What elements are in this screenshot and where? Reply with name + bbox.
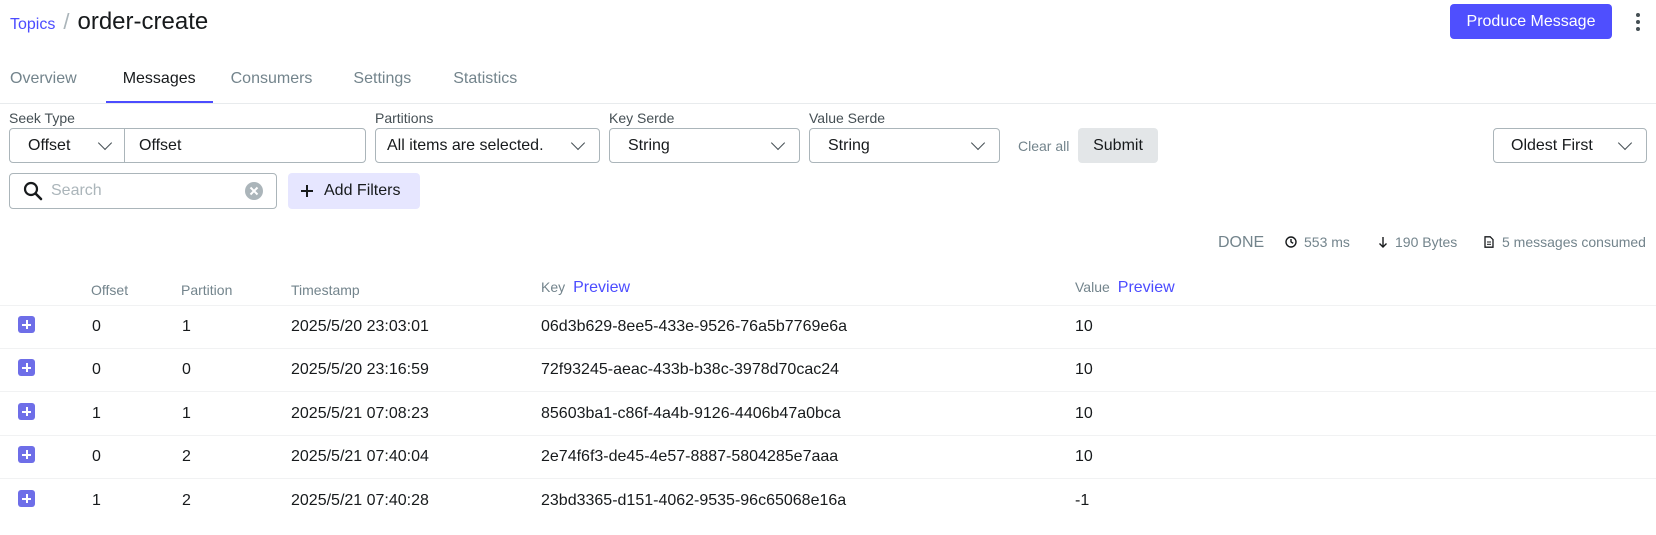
cell-timestamp: 2025/5/21 07:40:04 xyxy=(291,448,429,465)
cell-partition: 1 xyxy=(182,318,191,335)
table-row: 0 1 2025/5/20 23:03:01 06d3b629-8ee5-433… xyxy=(0,306,1656,349)
clear-all-button[interactable]: Clear all xyxy=(1018,138,1069,154)
seek-type-label: Seek Type xyxy=(9,110,75,126)
cell-key: 06d3b629-8ee5-433e-9526-76a5b7769e6a xyxy=(541,318,848,335)
cell-key: 72f93245-aeac-433b-b38c-3978d70cac24 xyxy=(541,361,840,378)
cell-partition: 2 xyxy=(182,492,191,509)
table-row: 0 2 2025/5/21 07:40:04 2e74f6f3-de45-4e5… xyxy=(0,436,1656,479)
chevron-down-icon xyxy=(970,135,986,151)
tab-messages[interactable]: Messages xyxy=(105,60,213,103)
sort-order-select[interactable]: Oldest First xyxy=(1493,128,1647,163)
column-key-label: Key xyxy=(541,279,566,295)
sort-order-value: Oldest First xyxy=(1511,136,1593,154)
cell-value: -1 xyxy=(1075,492,1090,509)
column-partition: Partition xyxy=(181,282,233,298)
cell-offset: 0 xyxy=(92,448,101,465)
chevron-down-icon xyxy=(770,135,786,151)
expand-row-icon[interactable] xyxy=(18,316,35,333)
cell-timestamp: 2025/5/21 07:40:28 xyxy=(291,492,429,509)
value-serde-label: Value Serde xyxy=(809,110,886,126)
cell-timestamp: 2025/5/21 07:08:23 xyxy=(291,405,429,422)
document-icon xyxy=(1484,236,1494,248)
breadcrumb-topics-link[interactable]: Topics xyxy=(10,16,55,34)
cell-key: 2e74f6f3-de45-4e57-8887-5804285e7aaa xyxy=(541,448,839,465)
cell-timestamp: 2025/5/20 23:16:59 xyxy=(291,361,429,378)
table-row: 0 0 2025/5/20 23:16:59 72f93245-aeac-433… xyxy=(0,349,1656,392)
chevron-down-icon xyxy=(570,135,586,151)
plus-icon xyxy=(301,185,313,197)
cell-partition: 1 xyxy=(182,405,191,422)
value-preview-link[interactable]: Preview xyxy=(1118,279,1175,296)
table-row: 1 2 2025/5/21 07:40:28 23bd3365-d151-406… xyxy=(0,480,1656,523)
cell-offset: 1 xyxy=(92,492,101,509)
cell-value: 10 xyxy=(1075,318,1093,335)
cell-offset: 0 xyxy=(92,318,101,335)
seek-type-select[interactable]: Offset xyxy=(9,128,125,163)
partitions-label: Partitions xyxy=(375,110,434,126)
partitions-select[interactable]: All items are selected. xyxy=(375,128,600,163)
cell-partition: 0 xyxy=(182,361,191,378)
cell-value: 10 xyxy=(1075,405,1093,422)
value-serde-value: String xyxy=(828,136,870,154)
page-header: Topics / order-create Produce Message xyxy=(0,0,1656,44)
breadcrumb-separator: / xyxy=(63,9,70,34)
cell-value: 10 xyxy=(1075,448,1093,465)
table-row: 1 1 2025/5/21 07:08:23 85603ba1-c86f-4a4… xyxy=(0,393,1656,436)
tab-settings[interactable]: Settings xyxy=(353,60,411,103)
column-key: Key Preview xyxy=(541,279,630,297)
column-offset: Offset xyxy=(91,282,129,298)
key-serde-value: String xyxy=(628,136,670,154)
key-serde-label: Key Serde xyxy=(609,110,675,126)
breadcrumb: Topics / order-create xyxy=(10,8,208,36)
search-input[interactable] xyxy=(51,182,241,200)
tab-consumers[interactable]: Consumers xyxy=(231,60,313,103)
offset-input-value: Offset xyxy=(139,136,182,154)
search-field xyxy=(9,173,277,209)
cell-partition: 2 xyxy=(182,448,191,465)
column-value: Value Preview xyxy=(1075,279,1175,297)
offset-input[interactable]: Offset xyxy=(124,128,366,163)
consumed-stat: 5 messages consumed xyxy=(1484,234,1646,250)
expand-row-icon[interactable] xyxy=(18,490,35,507)
cell-value: 10 xyxy=(1075,361,1093,378)
search-icon xyxy=(23,181,43,201)
tab-bar: Overview Messages Consumers Settings Sta… xyxy=(0,60,1656,104)
page-title: order-create xyxy=(77,8,209,35)
cell-timestamp: 2025/5/20 23:03:01 xyxy=(291,318,429,335)
cell-key: 85603ba1-c86f-4a4b-9126-4406b47a0bca xyxy=(541,405,841,422)
expand-row-icon[interactable] xyxy=(18,359,35,376)
column-value-label: Value xyxy=(1075,279,1110,295)
value-serde-select[interactable]: String xyxy=(809,128,1000,163)
key-serde-select[interactable]: String xyxy=(609,128,800,163)
chevron-down-icon xyxy=(1617,135,1633,151)
cell-offset: 0 xyxy=(92,361,101,378)
more-options-icon[interactable] xyxy=(1628,10,1648,34)
cell-key: 23bd3365-d151-4062-9535-96c65068e16a xyxy=(541,492,847,509)
tab-statistics[interactable]: Statistics xyxy=(453,60,517,103)
partitions-value: All items are selected. xyxy=(387,136,544,154)
chevron-down-icon xyxy=(97,135,113,151)
elapsed-stat: 553 ms xyxy=(1285,234,1350,250)
arrow-down-icon xyxy=(1379,237,1387,248)
clock-icon xyxy=(1285,236,1297,248)
consumed-value: 5 messages consumed xyxy=(1502,234,1646,250)
expand-row-icon[interactable] xyxy=(18,446,35,463)
submit-button[interactable]: Submit xyxy=(1078,128,1158,163)
add-filters-label: Add Filters xyxy=(324,182,401,199)
produce-message-button[interactable]: Produce Message xyxy=(1450,4,1612,39)
bytes-stat: 190 Bytes xyxy=(1378,234,1457,250)
add-filters-button[interactable]: Add Filters xyxy=(288,173,420,209)
cell-offset: 1 xyxy=(92,405,101,422)
status-text: DONE xyxy=(1218,234,1265,251)
tab-overview[interactable]: Overview xyxy=(10,60,77,103)
clear-search-icon[interactable] xyxy=(245,182,263,200)
expand-row-icon[interactable] xyxy=(18,403,35,420)
seek-type-value: Offset xyxy=(28,136,71,154)
elapsed-value: 553 ms xyxy=(1304,234,1350,250)
bytes-value: 190 Bytes xyxy=(1395,234,1458,250)
column-timestamp: Timestamp xyxy=(291,282,360,298)
key-preview-link[interactable]: Preview xyxy=(573,279,630,296)
